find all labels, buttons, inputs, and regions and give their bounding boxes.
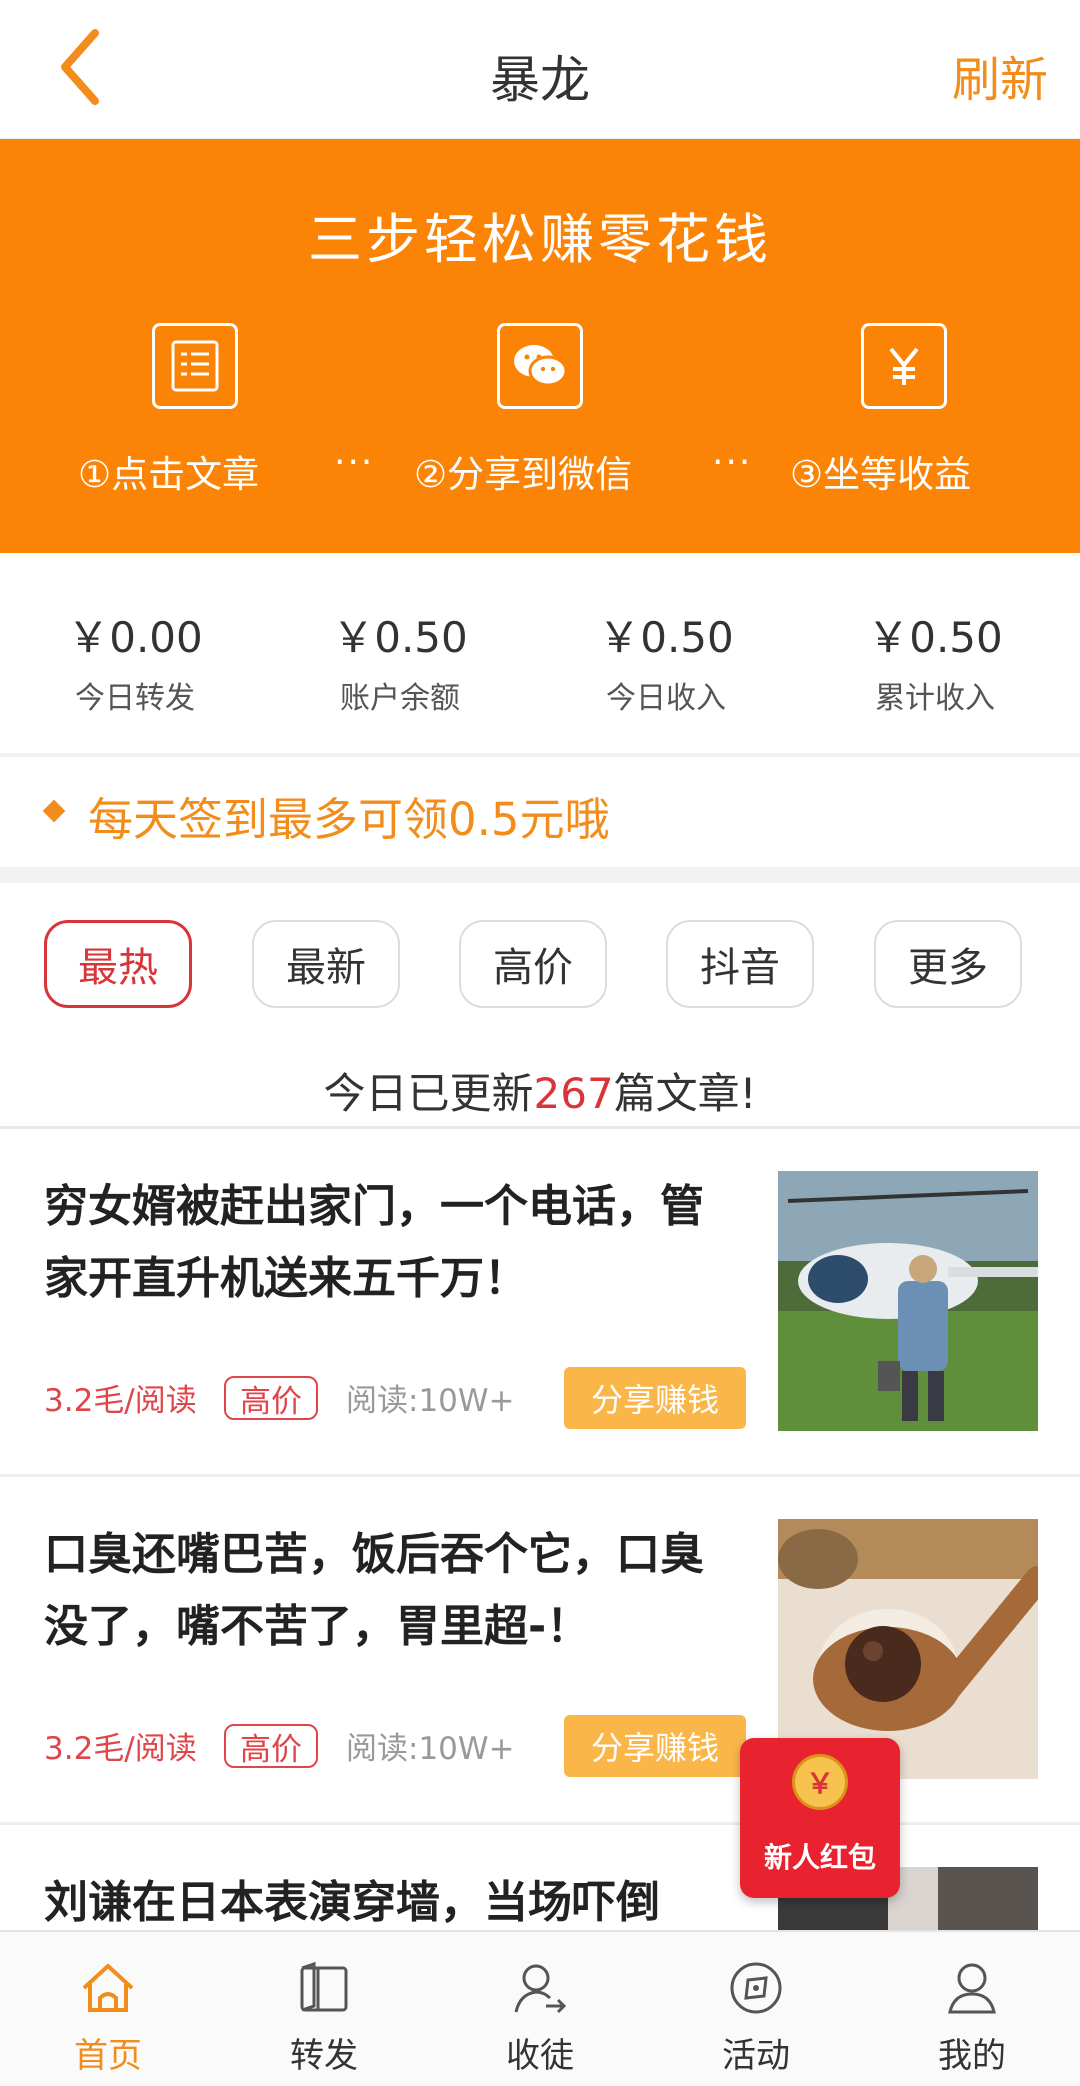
wechat-icon (497, 323, 583, 409)
article-item[interactable]: 穷女婿被赶出家门，一个电话，管家开直升机送来五千万！ 3.2毛/阅读 高价 阅读… (0, 1129, 1080, 1474)
high-price-tag: 高价 (224, 1376, 318, 1420)
diamond-icon (42, 799, 66, 823)
nav-label: 我的 (938, 2036, 1006, 2076)
nav-mine[interactable]: 我的 (864, 1932, 1080, 2086)
home-icon (82, 1964, 134, 2012)
article-reads: 阅读:10W+ (346, 1383, 515, 1419)
stat-label: 今日收入 (606, 681, 726, 716)
nav-forward[interactable]: 转发 (216, 1932, 432, 2086)
article-price: 3.2毛/阅读 (44, 1731, 197, 1767)
book-icon (300, 1961, 348, 2012)
stat-total-income[interactable]: ￥0.50 累计收入 (800, 604, 1070, 717)
share-earn-button[interactable]: 分享赚钱 (564, 1715, 746, 1777)
tab-high-price[interactable]: 高价 (459, 920, 607, 1008)
tab-hot[interactable]: 最热 (44, 920, 192, 1008)
step-2-label: ②分享到微信 (414, 453, 633, 496)
update-count-line: 今日已更新267篇文章! (0, 1060, 1080, 1121)
update-prefix: 今日已更新 (323, 1069, 534, 1118)
article-price: 3.2毛/阅读 (44, 1383, 197, 1419)
stat-label: 今日转发 (75, 681, 195, 716)
earn-steps-banner: 三步轻松赚零花钱 ①点击文章 ··· ②分享到微信 ··· ③坐等收益 (0, 139, 1080, 553)
article-list-icon (152, 323, 238, 409)
nav-activity[interactable]: 活动 (648, 1932, 864, 2086)
high-price-tag: 高价 (224, 1724, 318, 1768)
top-bar: 暴龙 刷新 (0, 0, 1080, 140)
article-title: 刘谦在日本表演穿墙，当场吓倒 (44, 1877, 660, 1928)
red-envelope-label: 新人红包 (763, 1841, 876, 1874)
nav-apprentice[interactable]: 收徒 (432, 1932, 648, 2086)
helicopter-photo-image (778, 1171, 1038, 1431)
article-title: 穷女婿被赶出家门，一个电话，管家开直升机送来五千万！ (44, 1181, 704, 1304)
nav-label: 收徒 (506, 2036, 574, 2076)
stat-today-income[interactable]: ￥0.50 今日收入 (531, 604, 801, 717)
page-title: 暴龙 (490, 51, 590, 109)
share-earn-button[interactable]: 分享赚钱 (564, 1367, 746, 1429)
earnings-stats: ￥0.00 今日转发 ￥0.50 账户余额 ￥0.50 今日收入 ￥0.50 累… (0, 554, 1080, 754)
bottom-navigation: 首页 转发 收徒 活动 我的 (0, 1930, 1080, 2086)
user-add-icon (514, 1964, 567, 2014)
stat-value: ￥0.50 (867, 613, 1003, 662)
refresh-button[interactable]: 刷新 (952, 40, 1048, 110)
tab-more[interactable]: 更多 (874, 920, 1022, 1008)
yuan-icon (861, 323, 947, 409)
nav-label: 首页 (74, 2036, 142, 2076)
coin-icon: ￥ (792, 1754, 848, 1810)
step-3-label: ③坐等收益 (790, 453, 972, 496)
stat-label: 账户余额 (340, 681, 460, 716)
nav-label: 活动 (722, 2036, 790, 2076)
stat-label: 累计收入 (875, 681, 995, 716)
article-thumbnail[interactable] (778, 1171, 1038, 1431)
compass-icon (730, 1962, 782, 2014)
new-user-red-envelope[interactable]: ￥ 新人红包 (740, 1738, 900, 1898)
article-item[interactable]: 刘谦在日本表演穿墙，当场吓倒 (0, 1825, 1080, 1930)
nav-label: 转发 (290, 2036, 358, 2076)
step-1-label: ①点击文章 (78, 453, 260, 496)
article-reads: 阅读:10W+ (346, 1731, 515, 1767)
stat-value: ￥0.00 (67, 613, 203, 662)
person-icon (948, 1963, 996, 2014)
stat-today-forward[interactable]: ￥0.00 今日转发 (0, 604, 270, 717)
signin-tip-text: 每天签到最多可领0.5元哦 (88, 793, 610, 846)
stat-value: ￥0.50 (598, 613, 734, 662)
banner-title: 三步轻松赚零花钱 (308, 208, 772, 271)
update-suffix: 篇文章! (613, 1069, 757, 1118)
nav-home[interactable]: 首页 (0, 1932, 216, 2086)
article-title: 口臭还嘴巴苦，饭后吞个它，口臭没了，嘴不苦了，胃里超-！ (44, 1529, 704, 1652)
tab-latest[interactable]: 最新 (252, 920, 400, 1008)
article-item[interactable]: 口臭还嘴巴苦，饭后吞个它，口臭没了，嘴不苦了，胃里超-！ 3.2毛/阅读 高价 … (0, 1477, 1080, 1822)
stat-balance[interactable]: ￥0.50 账户余额 (265, 604, 535, 717)
update-count: 267 (533, 1069, 614, 1118)
divider (0, 867, 1080, 883)
stat-value: ￥0.50 (332, 613, 468, 662)
signin-tip[interactable]: 每天签到最多可领0.5元哦 (0, 757, 1080, 867)
tab-douyin[interactable]: 抖音 (666, 920, 814, 1008)
step-separator: ··· (712, 442, 753, 483)
step-separator: ··· (334, 442, 375, 483)
